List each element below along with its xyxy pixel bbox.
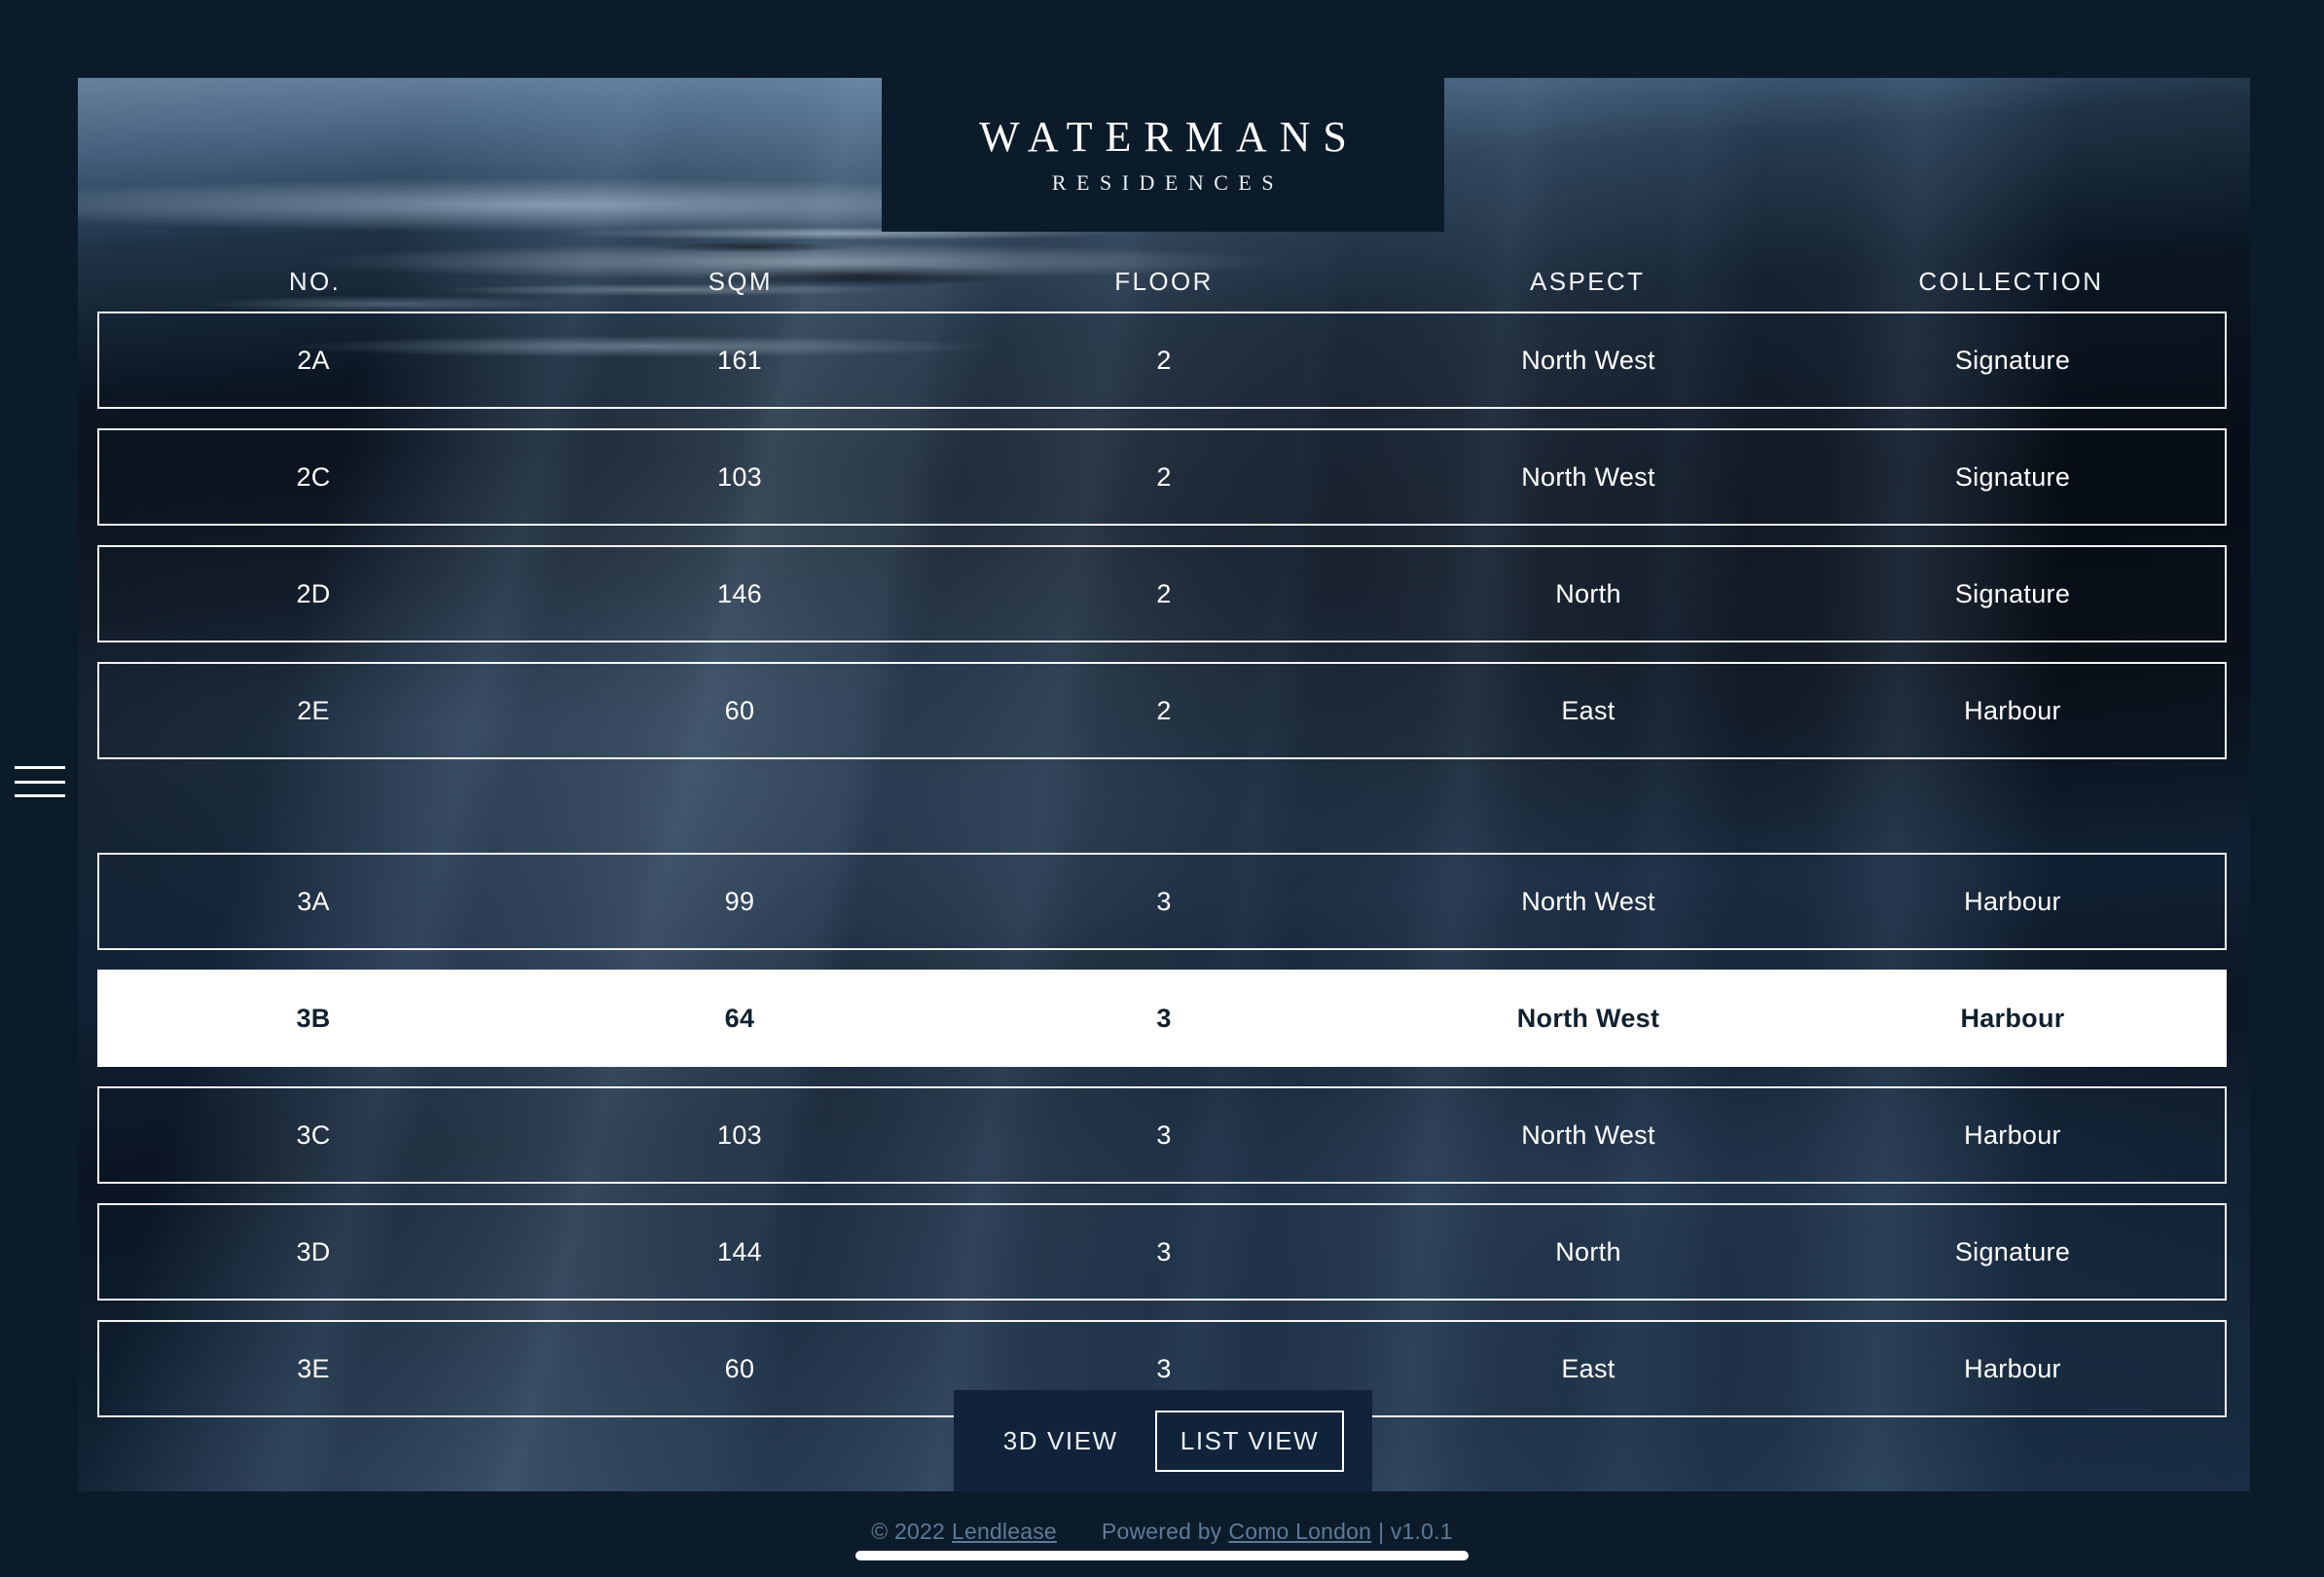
- version-text: | v1.0.1: [1378, 1519, 1453, 1544]
- cell-sqm: 60: [724, 695, 755, 725]
- column-header-collection: COLLECTION: [1918, 266, 2104, 296]
- cell-sqm: 64: [724, 1003, 755, 1033]
- cell-sqm: 146: [717, 578, 762, 608]
- cell-aspect: North West: [1521, 345, 1655, 375]
- table-header-row: NO. SQM FLOOR ASPECT COLLECTION: [97, 251, 2227, 312]
- column-header-floor: FLOOR: [1114, 266, 1214, 296]
- powered-by-text: Powered by: [1101, 1519, 1222, 1544]
- column-header-aspect: ASPECT: [1529, 266, 1646, 296]
- cell-collection: Harbour: [1964, 1119, 2061, 1150]
- table-row[interactable]: 2D 146 2 North Signature: [97, 545, 2227, 642]
- cell-aspect: North West: [1516, 1003, 1660, 1033]
- cell-floor: 3: [1156, 886, 1172, 916]
- lendlease-link[interactable]: Lendlease: [952, 1519, 1057, 1545]
- cell-aspect: North West: [1521, 461, 1655, 492]
- como-london-link[interactable]: Como London: [1228, 1519, 1371, 1545]
- cell-no: 2E: [297, 695, 330, 725]
- cell-sqm: 103: [717, 1119, 762, 1150]
- cell-aspect: North West: [1521, 1119, 1655, 1150]
- cell-collection: Signature: [1954, 461, 2071, 492]
- cell-no: 2D: [296, 578, 331, 608]
- cell-floor: 3: [1156, 1236, 1172, 1266]
- cell-collection: Harbour: [1964, 695, 2061, 725]
- cell-sqm: 60: [724, 1353, 755, 1383]
- hamburger-line-1: [15, 766, 65, 769]
- cell-collection: Signature: [1954, 578, 2071, 608]
- cell-no: 2C: [296, 461, 331, 492]
- brand-subtitle: RESIDENCES: [1051, 170, 1285, 195]
- view-toggle-group: 3D VIEW LIST VIEW: [954, 1390, 1372, 1491]
- cell-no: 3E: [297, 1353, 330, 1383]
- table-row[interactable]: 3D 144 3 North Signature: [97, 1203, 2227, 1301]
- cell-sqm: 161: [717, 345, 762, 375]
- cell-collection: Harbour: [1960, 1003, 2065, 1033]
- column-header-no: NO.: [288, 266, 342, 296]
- cell-floor: 2: [1156, 578, 1172, 608]
- cell-no: 3D: [296, 1236, 331, 1266]
- brand-logo: WATERMANS RESIDENCES: [882, 78, 1444, 232]
- table-row[interactable]: 3C 103 3 North West Harbour: [97, 1086, 2227, 1184]
- cell-floor: 3: [1156, 1003, 1172, 1033]
- cell-aspect: East: [1561, 1353, 1616, 1383]
- cell-floor: 2: [1156, 695, 1172, 725]
- cell-collection: Harbour: [1964, 886, 2061, 916]
- cell-floor: 3: [1156, 1119, 1172, 1150]
- cell-no: 2A: [297, 345, 330, 375]
- table-row[interactable]: 3A 99 3 North West Harbour: [97, 853, 2227, 950]
- cell-no: 3A: [297, 886, 330, 916]
- table-row[interactable]: 2A 161 2 North West Signature: [97, 312, 2227, 409]
- tab-list-view[interactable]: LIST VIEW: [1154, 1410, 1345, 1472]
- cell-no: 3C: [296, 1119, 331, 1150]
- hamburger-line-3: [15, 794, 65, 797]
- cell-sqm: 103: [717, 461, 762, 492]
- footer-credit: Powered by Como London | v1.0.1: [1102, 1519, 1453, 1545]
- cell-collection: Signature: [1954, 1236, 2071, 1266]
- hamburger-line-2: [15, 780, 65, 784]
- table-row[interactable]: 2C 103 2 North West Signature: [97, 428, 2227, 526]
- footer: © 2022 Lendlease Powered by Como London …: [0, 1519, 2324, 1545]
- cell-no: 3B: [296, 1003, 331, 1033]
- apartment-table: NO. SQM FLOOR ASPECT COLLECTION 2A 161 2 No…: [97, 251, 2227, 1437]
- table-body: 2A 161 2 North West Signature 2C 103 2 North Wes…: [97, 312, 2227, 1417]
- app-root: WATERMANS RESIDENCES NO. SQM FLOOR ASPEC…: [0, 0, 2324, 1577]
- cell-sqm: 99: [724, 886, 755, 916]
- home-indicator-bar[interactable]: [855, 1551, 1469, 1560]
- column-header-sqm: SQM: [708, 266, 773, 296]
- cell-aspect: North West: [1521, 886, 1655, 916]
- brand-name: WATERMANS: [979, 113, 1360, 161]
- cell-collection: Signature: [1954, 345, 2071, 375]
- cell-floor: 2: [1156, 345, 1172, 375]
- cell-aspect: North: [1555, 578, 1621, 608]
- floor-group-separator: [97, 779, 2227, 853]
- copyright-text: © 2022: [871, 1519, 945, 1544]
- cell-aspect: East: [1561, 695, 1616, 725]
- cell-sqm: 144: [717, 1236, 762, 1266]
- footer-copyright: © 2022 Lendlease: [871, 1519, 1057, 1545]
- cell-collection: Harbour: [1964, 1353, 2061, 1383]
- cell-aspect: North: [1555, 1236, 1621, 1266]
- cell-floor: 3: [1156, 1353, 1172, 1383]
- table-row[interactable]: 3B 64 3 North West Harbour: [97, 970, 2227, 1067]
- hamburger-menu-icon[interactable]: [15, 762, 65, 801]
- cell-floor: 2: [1156, 461, 1172, 492]
- table-row[interactable]: 2E 60 2 East Harbour: [97, 662, 2227, 759]
- tab-3d-view[interactable]: 3D VIEW: [982, 1411, 1140, 1472]
